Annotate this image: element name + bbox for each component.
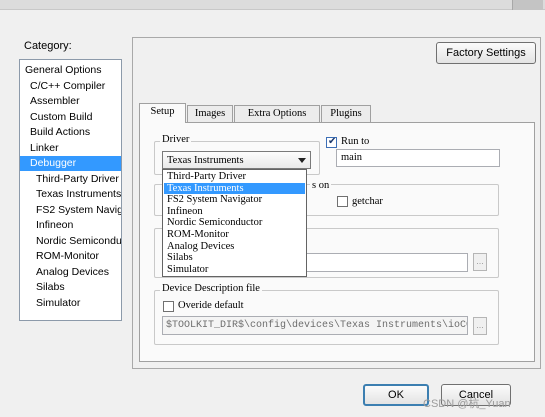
category-item-custom-build[interactable]: Custom Build xyxy=(20,110,121,125)
run-to-checkbox[interactable]: ✔ xyxy=(326,136,337,148)
driver-option-nordic-semiconductor[interactable]: Nordic Semiconductor xyxy=(164,217,305,229)
tab-setup[interactable]: Setup xyxy=(139,103,186,123)
checkmark-icon: ✔ xyxy=(328,136,337,147)
watermark: CSDN @杭_Yuan xyxy=(423,398,511,410)
tab-images[interactable]: Images xyxy=(187,105,233,122)
category-item-assembler[interactable]: Assembler xyxy=(20,94,121,109)
category-item-c-compiler[interactable]: C/C++ Compiler xyxy=(20,79,121,94)
driver-option-silabs[interactable]: Silabs xyxy=(164,252,305,264)
driver-group-label: Driver xyxy=(160,134,192,145)
factory-settings-button[interactable]: Factory Settings xyxy=(436,42,536,64)
driver-dropdown-list[interactable]: Third-Party Driver Texas Instruments FS2… xyxy=(162,169,307,277)
driver-option-third-party-driver[interactable]: Third-Party Driver xyxy=(164,171,305,183)
driver-option-analog-devices[interactable]: Analog Devices xyxy=(164,241,305,253)
driver-combobox-value: Texas Instruments xyxy=(167,155,244,166)
device-description-browse-button[interactable]: ... xyxy=(473,317,487,335)
setup-macros-group-label: s on xyxy=(310,180,332,191)
category-item-fs2-system-navigator[interactable]: FS2 System Naviga xyxy=(20,203,121,218)
category-item-build-actions[interactable]: Build Actions xyxy=(20,125,121,140)
driver-combobox[interactable]: Texas Instruments xyxy=(162,151,311,169)
driver-option-rom-monitor[interactable]: ROM-Monitor xyxy=(164,229,305,241)
tab-extra-options[interactable]: Extra Options xyxy=(234,105,320,122)
category-item-infineon[interactable]: Infineon xyxy=(20,218,121,233)
category-item-analog-devices[interactable]: Analog Devices xyxy=(20,265,121,280)
device-description-path[interactable]: $TOOLKIT_DIR$\config\devices\Texas Instr… xyxy=(162,316,468,335)
run-to-input[interactable]: main xyxy=(336,149,500,167)
tab-plugins[interactable]: Plugins xyxy=(321,105,371,122)
category-item-simulator[interactable]: Simulator xyxy=(20,296,121,311)
driver-option-fs2-system-navigator[interactable]: FS2 System Navigator xyxy=(164,194,305,206)
category-item-texas-instruments[interactable]: Texas Instruments xyxy=(20,187,121,202)
ok-button[interactable]: OK xyxy=(363,384,429,406)
run-to-label: Run to xyxy=(341,136,370,147)
window-top-strip xyxy=(0,0,545,10)
category-item-third-party-driver[interactable]: Third-Party Driver xyxy=(20,172,121,187)
override-default-label: Overide default xyxy=(178,300,244,311)
category-item-general-options[interactable]: General Options xyxy=(20,63,121,78)
category-list[interactable]: General Options C/C++ Compiler Assembler… xyxy=(19,59,122,321)
getchar-checkbox[interactable] xyxy=(337,196,348,207)
driver-option-simulator[interactable]: Simulator xyxy=(164,264,305,276)
category-item-silabs[interactable]: Silabs xyxy=(20,280,121,295)
device-description-label: Device Description file xyxy=(160,283,262,294)
override-default-checkbox[interactable] xyxy=(163,301,174,312)
window-close-button[interactable] xyxy=(512,0,543,10)
getchar-label: getchar xyxy=(352,196,383,207)
category-label: Category: xyxy=(24,40,72,52)
chevron-down-icon xyxy=(298,158,306,163)
driver-option-texas-instruments[interactable]: Texas Instruments xyxy=(164,182,305,195)
setup-file-browse-button[interactable]: ... xyxy=(473,253,487,271)
setup-file-input[interactable] xyxy=(300,253,468,272)
category-item-linker[interactable]: Linker xyxy=(20,141,121,156)
category-item-rom-monitor[interactable]: ROM-Monitor xyxy=(20,249,121,264)
category-item-nordic-semiconductor[interactable]: Nordic Semiconduc xyxy=(20,234,121,249)
category-item-debugger[interactable]: Debugger xyxy=(20,156,121,171)
driver-option-infineon[interactable]: Infineon xyxy=(164,206,305,218)
